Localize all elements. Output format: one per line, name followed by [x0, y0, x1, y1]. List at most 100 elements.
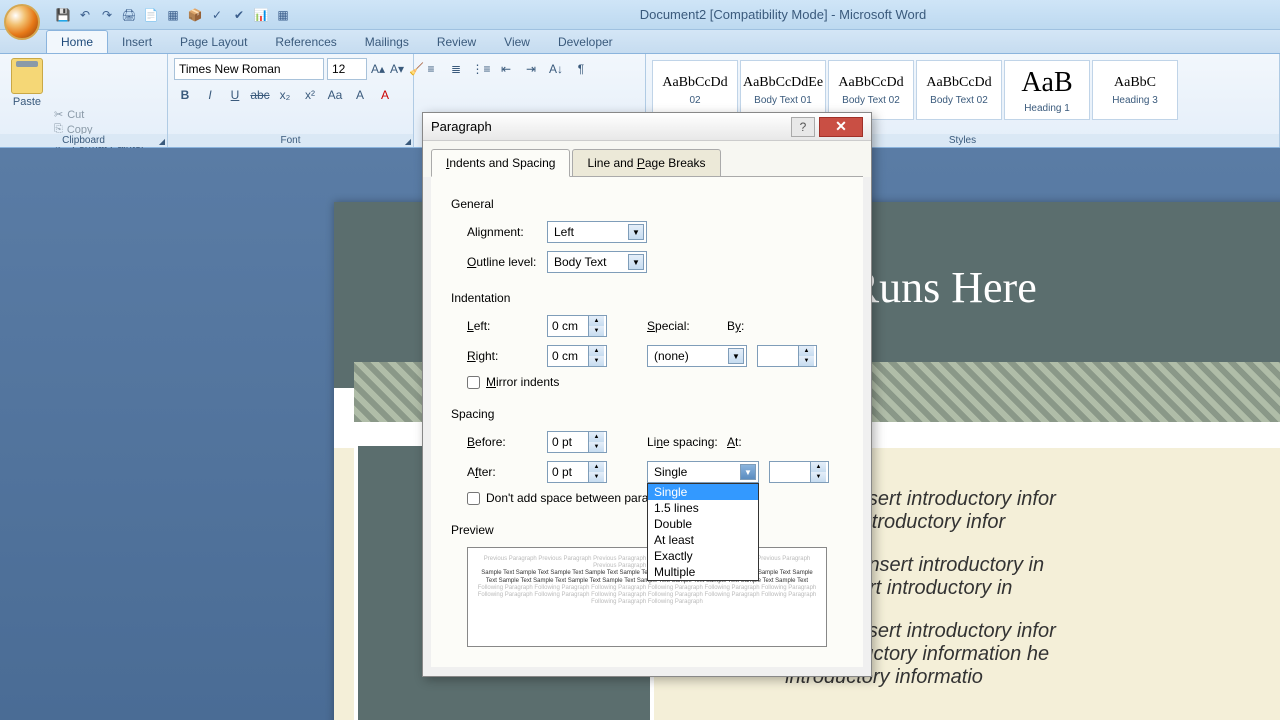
office-button[interactable]	[4, 4, 40, 40]
bullets-button[interactable]: ≡	[420, 58, 442, 80]
spell-icon[interactable]: ✓	[208, 6, 226, 24]
paste-icon	[11, 58, 43, 94]
at-spinner[interactable]: ▲▼	[769, 461, 829, 483]
font-size-input[interactable]	[327, 58, 367, 80]
font-group: A▴ A▾ 🧹 B I U abc x₂ x² Aa A A Font ◢	[168, 54, 414, 147]
before-spinner[interactable]: ▲▼	[547, 431, 607, 453]
close-button[interactable]: ✕	[819, 117, 863, 137]
style-item-0[interactable]: AaBbCcDd02	[652, 60, 738, 120]
clipboard-label: Clipboard	[0, 134, 167, 147]
font-color-button[interactable]: A	[374, 84, 396, 106]
mirror-checkbox[interactable]	[467, 376, 480, 389]
dialog-body: General Alignment: Left▼ Outline level: …	[431, 176, 863, 667]
line-spacing-option-at-least[interactable]: At least	[648, 532, 758, 548]
tab-insert[interactable]: Insert	[108, 31, 166, 53]
indentation-section: Indentation	[451, 291, 843, 305]
title-bar: 💾 ↶ ↷ 🖨 📄 ▦ 📦 ✓ ✔ 📊 ▦ Document2 [Compati…	[0, 0, 1280, 30]
style-item-4[interactable]: AaBHeading 1	[1004, 60, 1090, 120]
tab-references[interactable]: References	[261, 31, 350, 53]
undo-icon[interactable]: ↶	[76, 6, 94, 24]
line-spacing-label: Line spacing:	[647, 435, 727, 449]
font-label: Font	[168, 134, 413, 147]
bold-button[interactable]: B	[174, 84, 196, 106]
subscript-button[interactable]: x₂	[274, 84, 296, 106]
multilevel-button[interactable]: ⋮≡	[470, 58, 492, 80]
chart-icon[interactable]: 📊	[252, 6, 270, 24]
font-name-input[interactable]	[174, 58, 324, 80]
strike-button[interactable]: abc	[249, 84, 271, 106]
save-icon[interactable]: 💾	[54, 6, 72, 24]
dialog-tabs: Indents and Spacing Line and Page Breaks	[423, 141, 871, 177]
tab-review[interactable]: Review	[423, 31, 490, 53]
grow-font-icon[interactable]: A▴	[370, 58, 386, 80]
italic-button[interactable]: I	[199, 84, 221, 106]
alignment-select[interactable]: Left▼	[547, 221, 647, 243]
tab-mailings[interactable]: Mailings	[351, 31, 423, 53]
line-spacing-option-double[interactable]: Double	[648, 516, 758, 532]
window-title: Document2 [Compatibility Mode] - Microso…	[292, 7, 1274, 22]
special-label: Special:	[647, 319, 727, 333]
outline-label: Outline level:	[467, 255, 547, 269]
before-label: Before:	[467, 435, 547, 449]
mirror-label: Mirror indents	[486, 375, 559, 389]
at-label: At:	[727, 435, 767, 449]
change-case-button[interactable]: Aa	[324, 84, 346, 106]
preview-icon[interactable]: 📄	[142, 6, 160, 24]
spacing-section: Spacing	[451, 407, 843, 421]
sort-button[interactable]: A↓	[545, 58, 567, 80]
help-button[interactable]: ?	[791, 117, 815, 137]
ribbon-tabs: Home Insert Page Layout References Maili…	[0, 30, 1280, 54]
style-item-3[interactable]: AaBbCcDdBody Text 02	[916, 60, 1002, 120]
style-item-2[interactable]: AaBbCcDdBody Text 02	[828, 60, 914, 120]
line-spacing-dropdown[interactable]: Single1.5 linesDoubleAt leastExactlyMult…	[647, 483, 759, 581]
tab-home[interactable]: Home	[46, 30, 108, 53]
dialog-titlebar[interactable]: Paragraph ? ✕	[423, 113, 871, 141]
tab-view[interactable]: View	[490, 31, 544, 53]
clipboard-expand-icon[interactable]: ◢	[159, 137, 165, 146]
cut-button[interactable]: ✂ Cut	[54, 108, 161, 121]
paragraph-dialog: Paragraph ? ✕ Indents and Spacing Line a…	[422, 112, 872, 677]
line-spacing-option-multiple[interactable]: Multiple	[648, 564, 758, 580]
shrink-font-icon[interactable]: A▾	[389, 58, 405, 80]
line-spacing-option-single[interactable]: Single	[648, 484, 758, 500]
style-item-5[interactable]: AaBbCHeading 3	[1092, 60, 1178, 120]
numbering-button[interactable]: ≣	[445, 58, 467, 80]
dialog-title: Paragraph	[431, 119, 791, 134]
left-indent-spinner[interactable]: ▲▼	[547, 315, 607, 337]
redo-icon[interactable]: ↷	[98, 6, 116, 24]
clipboard-group: Paste ✂ Cut ⎘ Copy 🖌 Format Painter Clip…	[0, 54, 168, 147]
line-spacing-option-exactly[interactable]: Exactly	[648, 548, 758, 564]
after-spinner[interactable]: ▲▼	[547, 461, 607, 483]
table-icon[interactable]: ▦	[164, 6, 182, 24]
left-label: Left:	[467, 319, 547, 333]
by-spinner[interactable]: ▲▼	[757, 345, 817, 367]
paste-button[interactable]: Paste	[6, 58, 48, 108]
decrease-indent-button[interactable]: ⇤	[495, 58, 517, 80]
alignment-label: Alignment:	[467, 225, 547, 239]
increase-indent-button[interactable]: ⇥	[520, 58, 542, 80]
dont-add-label: Don't add space between paragra	[486, 491, 666, 505]
show-marks-button[interactable]: ¶	[570, 58, 592, 80]
tab-line-page-breaks[interactable]: Line and Page Breaks	[572, 149, 720, 177]
tab-developer[interactable]: Developer	[544, 31, 627, 53]
check-icon[interactable]: ✔	[230, 6, 248, 24]
tab-indents-spacing[interactable]: Indents and Spacing	[431, 149, 570, 177]
dont-add-checkbox[interactable]	[467, 492, 480, 505]
style-item-1[interactable]: AaBbCcDdEeBody Text 01	[740, 60, 826, 120]
underline-button[interactable]: U	[224, 84, 246, 106]
line-spacing-option-1.5-lines[interactable]: 1.5 lines	[648, 500, 758, 516]
after-label: After:	[467, 465, 547, 479]
font-expand-icon[interactable]: ◢	[405, 137, 411, 146]
quick-access-toolbar: 💾 ↶ ↷ 🖨 📄 ▦ 📦 ✓ ✔ 📊 ▦	[54, 6, 292, 24]
grid-icon[interactable]: ▦	[274, 6, 292, 24]
print-icon[interactable]: 🖨	[120, 6, 138, 24]
superscript-button[interactable]: x²	[299, 84, 321, 106]
cube-icon[interactable]: 📦	[186, 6, 204, 24]
tab-page-layout[interactable]: Page Layout	[166, 31, 261, 53]
special-select[interactable]: (none)▼	[647, 345, 747, 367]
line-spacing-select[interactable]: Single▼	[647, 461, 759, 483]
outline-select[interactable]: Body Text▼	[547, 251, 647, 273]
highlight-button[interactable]: A	[349, 84, 371, 106]
right-indent-spinner[interactable]: ▲▼	[547, 345, 607, 367]
general-section: General	[451, 197, 843, 211]
